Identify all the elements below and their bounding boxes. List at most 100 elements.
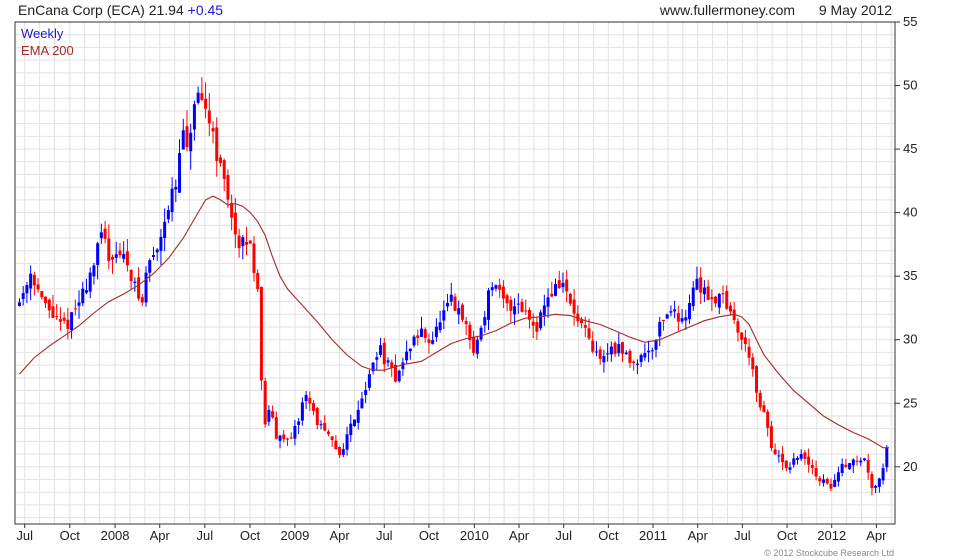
candle-body <box>568 293 572 304</box>
candle-body <box>781 453 785 463</box>
x-tick-label: Apr <box>688 528 709 543</box>
candle-body <box>617 344 621 354</box>
candle-body <box>431 340 435 344</box>
candle-body <box>207 110 211 124</box>
candle-body <box>304 395 308 402</box>
candle-body <box>557 280 561 289</box>
candle-body <box>524 310 528 312</box>
candle-body <box>204 98 208 109</box>
candle-body <box>259 286 263 381</box>
candle-body <box>546 297 550 307</box>
candle-body <box>192 104 196 130</box>
candle-body <box>509 299 513 311</box>
x-tick-label: Apr <box>866 528 887 543</box>
y-tick-label: 50 <box>903 78 917 93</box>
candle-body <box>635 363 639 365</box>
candle-body <box>583 325 587 328</box>
candle-body <box>200 93 204 100</box>
candle-body <box>103 228 107 239</box>
candle-body <box>632 361 636 363</box>
candle-body <box>29 273 33 289</box>
candle-body <box>21 293 25 300</box>
candle-body <box>777 455 781 457</box>
candle-body <box>419 328 423 337</box>
candle-body <box>855 460 859 462</box>
candle-body <box>531 321 535 326</box>
chart-header-title: EnCana Corp (ECA) 21.94 +0.45 <box>18 2 223 18</box>
x-tick-label: 2008 <box>101 528 130 543</box>
candle-body <box>226 175 230 200</box>
ticker-title: EnCana Corp (ECA) <box>18 2 145 18</box>
candle-body <box>107 238 111 262</box>
candle-body <box>81 288 85 304</box>
candle-body <box>334 440 338 450</box>
source-link[interactable]: www.fullermoney.com <box>660 2 795 18</box>
price-chart: 20 25 30 35 40 45 50 55 Jul Oct 2008 Apr Jul Oct 2009… <box>14 14 917 543</box>
candle-body <box>628 350 632 363</box>
candle-body <box>349 423 353 436</box>
candle-body <box>829 483 833 489</box>
candle-body <box>118 250 122 256</box>
candle-body <box>818 478 822 482</box>
candle-body <box>877 478 881 487</box>
x-tick-label: Oct <box>598 528 619 543</box>
candle-body <box>621 342 625 354</box>
candle-body <box>516 303 520 305</box>
x-tick-label: Jul <box>197 528 214 543</box>
candle-body <box>654 340 658 350</box>
candle-body <box>803 452 807 459</box>
candle-body <box>274 417 278 439</box>
candle-body <box>151 255 155 258</box>
candle-body <box>736 321 740 333</box>
candle-body <box>252 243 256 274</box>
candle-body <box>587 328 591 339</box>
candle-body <box>356 409 360 423</box>
candle-body <box>84 290 88 293</box>
x-tick-label: 2009 <box>280 528 309 543</box>
candle-body <box>874 485 878 488</box>
candle-body <box>561 282 565 288</box>
candle-body <box>457 308 461 315</box>
candle-body <box>844 464 848 467</box>
candle-body <box>710 297 714 299</box>
candle-body <box>751 357 755 370</box>
y-tick-label: 40 <box>903 205 917 220</box>
candle-body <box>550 293 554 297</box>
candle-body <box>554 284 558 296</box>
candle-body <box>688 302 692 320</box>
candle-body <box>352 419 356 427</box>
candle-body <box>501 286 505 299</box>
candle-body <box>323 422 327 431</box>
x-tick-label: Oct <box>60 528 81 543</box>
candle-body <box>755 366 759 393</box>
x-tick-label: Jul <box>376 528 393 543</box>
candle-body <box>836 472 840 482</box>
candle-body <box>747 346 751 358</box>
candle-body <box>408 348 412 352</box>
candle <box>397 369 401 383</box>
candle-body <box>591 340 595 352</box>
legend-weekly: Weekly <box>21 26 64 41</box>
candle-body <box>44 296 48 304</box>
candle-body <box>639 354 643 362</box>
candle-body <box>699 277 703 293</box>
candle-body <box>289 437 293 439</box>
y-axis-ticks: 20 25 30 35 40 45 50 55 <box>895 14 917 474</box>
y-tick-label: 35 <box>903 268 917 283</box>
x-tick-label: 2011 <box>639 528 667 543</box>
candle-body <box>174 186 178 190</box>
candle-body <box>565 279 569 292</box>
x-tick-label: Jul <box>555 528 572 543</box>
candle-body <box>725 291 729 309</box>
candle-body <box>17 302 21 306</box>
x-tick-label: Apr <box>329 528 350 543</box>
y-tick-label: 45 <box>903 141 917 156</box>
candle-body <box>460 304 464 320</box>
candle-body <box>647 350 651 353</box>
candle-body <box>475 339 479 354</box>
candle-body <box>338 446 342 456</box>
candle <box>539 309 543 331</box>
candle-body <box>866 459 870 473</box>
candle-body <box>483 317 487 326</box>
x-tick-label: Oct <box>777 528 798 543</box>
